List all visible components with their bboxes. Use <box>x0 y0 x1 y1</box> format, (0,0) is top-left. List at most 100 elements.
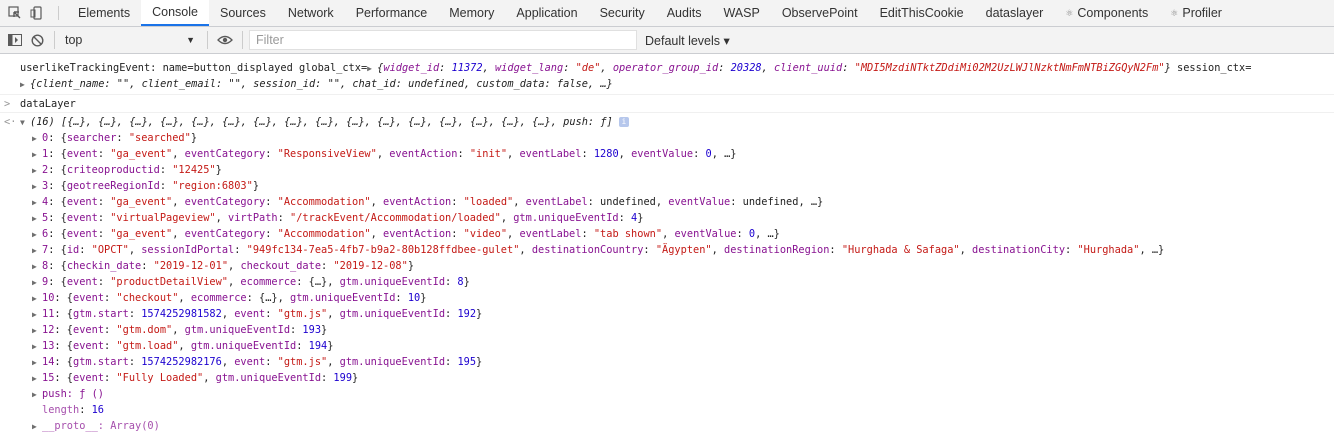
log-message: userlikeTrackingEvent: name=button_displ… <box>0 56 1334 95</box>
array-entry[interactable]: ▶ 1: {event: "ga_event", eventCategory: "… <box>20 146 1334 162</box>
inspect-element-icon[interactable] <box>4 0 26 26</box>
expand-triangle-icon[interactable]: ▶ <box>32 259 42 275</box>
expand-triangle-icon[interactable]: ▶ <box>32 339 42 355</box>
tab-observepoint[interactable]: ObservePoint <box>771 0 869 26</box>
array-entry-text: 10: {event: "checkout", ecommerce: {…}, … <box>42 292 427 304</box>
tab-application[interactable]: Application <box>505 0 588 26</box>
toolbar-divider <box>54 31 55 49</box>
array-entry-text: 5: {event: "virtualPageview", virtPath: … <box>42 212 644 224</box>
toolbar-divider <box>207 31 208 49</box>
expand-triangle-icon[interactable]: ▶ <box>32 371 42 387</box>
expand-triangle-icon[interactable]: ▶ <box>32 355 42 371</box>
array-entry-text: 7: {id: "OPCT", sessionIdPortal: "949fc1… <box>42 244 1165 256</box>
log-line-1: userlikeTrackingEvent: name=button_displ… <box>20 60 1334 76</box>
devtools-tab-bar: Elements Console Sources Network Perform… <box>0 0 1334 27</box>
array-entry[interactable]: ▶ 8: {checkin_date: "2019-12-01", checkou… <box>20 258 1334 274</box>
array-entry[interactable]: ▶ 15: {event: "Fully Loaded", gtm.uniqueE… <box>20 370 1334 386</box>
array-entries: ▶ 0: {searcher: "searched"} ▶ 1: {event: "g… <box>20 130 1334 386</box>
dropdown-arrow-icon: ▼ <box>186 35 195 45</box>
toolbar-divider <box>242 31 243 49</box>
expand-triangle-icon[interactable]: ▶ <box>32 147 42 163</box>
expand-triangle-icon[interactable]: ▶ <box>32 179 42 195</box>
log-line-2: ▶ {client_name: "", client_email: "", ses… <box>20 76 1334 92</box>
array-entry[interactable]: ▶ 14: {gtm.start: 1574252982176, event: "… <box>20 354 1334 370</box>
live-expression-eye-icon[interactable] <box>214 30 236 50</box>
tab-security[interactable]: Security <box>589 0 656 26</box>
filter-input[interactable]: Filter <box>249 30 637 50</box>
context-selector[interactable]: top ▼ <box>61 33 201 47</box>
array-entry-text: 2: {criteoproductid: "12425"} <box>42 164 222 176</box>
react-atom-icon: ⚛ <box>1170 7 1179 18</box>
array-entry-text: 11: {gtm.start: 1574252981582, event: "g… <box>42 308 483 320</box>
array-entry[interactable]: ▶ 3: {geotreeRegionId: "region:6803"} <box>20 178 1334 194</box>
array-entry[interactable]: ▶ 9: {event: "productDetailView", ecommer… <box>20 274 1334 290</box>
array-entry[interactable]: ▶ 0: {searcher: "searched"} <box>20 130 1334 146</box>
array-entry-text: 1: {event: "ga_event", eventCategory: "R… <box>42 148 737 160</box>
info-icon[interactable]: i <box>618 117 629 127</box>
tab-console[interactable]: Console <box>141 0 209 26</box>
tab-performance[interactable]: Performance <box>345 0 439 26</box>
length-entry: length: 16 <box>42 404 105 416</box>
toolbar-divider <box>58 6 59 20</box>
expand-triangle-icon[interactable]: ▶ <box>32 131 42 147</box>
tab-editthiscookie[interactable]: EditThisCookie <box>869 0 975 26</box>
tab-elements[interactable]: Elements <box>67 0 141 26</box>
array-entry[interactable]: ▶ 12: {event: "gtm.dom", gtm.uniqueEventI… <box>20 322 1334 338</box>
device-toolbar-icon[interactable] <box>26 0 48 26</box>
console-toolbar: top ▼ Filter Default levels ▾ <box>0 27 1334 54</box>
tab-components-label: Components <box>1077 6 1149 20</box>
collapse-triangle-icon[interactable]: ▼ <box>20 115 30 131</box>
tab-memory[interactable]: Memory <box>438 0 505 26</box>
array-entry[interactable]: ▶ 11: {gtm.start: 1574252981582, event: "… <box>20 306 1334 322</box>
react-atom-icon: ⚛ <box>1065 7 1074 18</box>
clear-console-icon[interactable] <box>26 30 48 50</box>
array-entry-text: 13: {event: "gtm.load", gtm.uniqueEventI… <box>42 340 334 352</box>
session-ctx-object[interactable]: {client_name: "", client_email: "", sess… <box>30 78 613 90</box>
expand-triangle-icon[interactable]: ▶ <box>32 275 42 291</box>
expand-triangle-icon[interactable]: ▶ <box>32 211 42 227</box>
tab-sources[interactable]: Sources <box>209 0 277 26</box>
tab-audits[interactable]: Audits <box>656 0 713 26</box>
array-entry[interactable]: ▶ 13: {event: "gtm.load", gtm.uniqueEvent… <box>20 338 1334 354</box>
expand-triangle-icon[interactable]: ▶ <box>32 419 42 435</box>
array-entry-text: 15: {event: "Fully Loaded", gtm.uniqueEv… <box>42 372 359 384</box>
expand-triangle-icon[interactable]: ▶ <box>32 291 42 307</box>
expand-triangle-icon[interactable]: ▶ <box>32 227 42 243</box>
expand-triangle-icon[interactable]: ▶ <box>32 307 42 323</box>
expand-triangle-icon[interactable]: ▶ <box>32 323 42 339</box>
log-levels-dropdown[interactable]: Default levels ▾ <box>645 33 730 48</box>
tab-components[interactable]: ⚛ Components <box>1054 0 1159 26</box>
array-entry-text: 14: {gtm.start: 1574252982176, event: "g… <box>42 356 483 368</box>
array-summary: (16) [{…}, {…}, {…}, {…}, {…}, {…}, {…},… <box>30 116 613 128</box>
tab-dataslayer[interactable]: dataslayer <box>975 0 1055 26</box>
tab-network[interactable]: Network <box>277 0 345 26</box>
command-text: dataLayer <box>20 98 76 110</box>
result-prompt-icon: <· <box>4 116 17 128</box>
input-prompt-icon: > <box>4 98 11 110</box>
array-entry[interactable]: ▶ 6: {event: "ga_event", eventCategory: "… <box>20 226 1334 242</box>
array-entry[interactable]: ▶ 7: {id: "OPCT", sessionIdPortal: "949fc… <box>20 242 1334 258</box>
expand-triangle-icon[interactable]: ▶ <box>32 163 42 179</box>
expand-triangle-icon[interactable]: ▶ <box>32 195 42 211</box>
array-summary-line[interactable]: ▼ (16) [{…}, {…}, {…}, {…}, {…}, {…}, {…}… <box>20 114 1334 130</box>
console-result: <· ▼ (16) [{…}, {…}, {…}, {…}, {…}, {…}, … <box>0 113 1334 434</box>
expand-triangle-icon[interactable]: ▶ <box>367 61 377 77</box>
expand-triangle-icon[interactable]: ▶ <box>32 243 42 259</box>
array-entry[interactable]: ▶ 5: {event: "virtualPageview", virtPath:… <box>20 210 1334 226</box>
array-entry-text: 3: {geotreeRegionId: "region:6803"} <box>42 180 260 192</box>
console-output: userlikeTrackingEvent: name=button_displ… <box>0 56 1334 434</box>
array-entry-text: 6: {event: "ga_event", eventCategory: "A… <box>42 228 780 240</box>
tab-wasp[interactable]: WASP <box>712 0 770 26</box>
push-entry[interactable]: ▶ push: ƒ () <box>20 386 1334 402</box>
show-sidebar-icon[interactable] <box>4 30 26 50</box>
array-entry[interactable]: ▶ 10: {event: "checkout", ecommerce: {…},… <box>20 290 1334 306</box>
tab-profiler[interactable]: ⚛ Profiler <box>1159 0 1233 26</box>
array-entry[interactable]: ▶ 4: {event: "ga_event", eventCategory: "… <box>20 194 1334 210</box>
array-entry-text: 12: {event: "gtm.dom", gtm.uniqueEventId… <box>42 324 328 336</box>
array-entry-text: 8: {checkin_date: "2019-12-01", checkout… <box>42 260 415 272</box>
array-entry-text: 0: {searcher: "searched"} <box>42 132 198 144</box>
array-entry[interactable]: ▶ 2: {criteoproductid: "12425"} <box>20 162 1334 178</box>
expand-triangle-icon[interactable]: ▶ <box>20 77 30 93</box>
expand-triangle-icon[interactable]: ▶ <box>32 387 42 403</box>
proto-entry[interactable]: ▶ __proto__: Array(0) <box>20 418 1334 434</box>
